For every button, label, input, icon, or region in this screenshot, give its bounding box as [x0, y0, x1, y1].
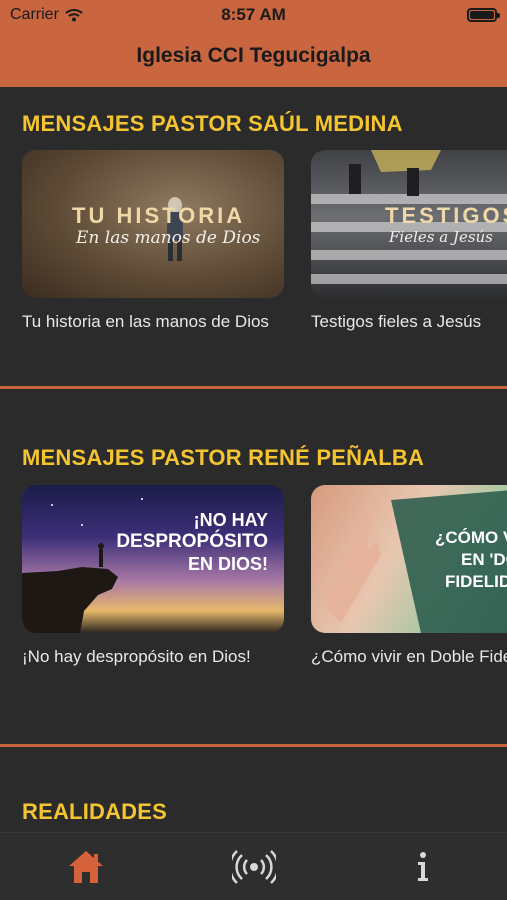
message-thumbnail[interactable]: ¿CÓMO V EN 'DO FIDELIDA — [311, 485, 507, 633]
section-realidades: REALIDADES — [0, 747, 507, 832]
section-title: REALIDADES — [22, 799, 168, 824]
top-bar: Carrier 8:57 AM Iglesia CCI Tegucigalpa — [0, 0, 507, 87]
thumbnail-text-line2: EN 'DO — [461, 550, 507, 569]
tab-bar — [0, 832, 507, 900]
section-title: MENSAJES PASTOR RENÉ PEÑALBA — [22, 445, 425, 470]
message-caption[interactable]: Tu historia en las manos de Dios — [22, 310, 284, 334]
message-thumbnail[interactable]: ¡NO HAY DESPROPÓSITO EN DIOS! — [22, 485, 284, 633]
home-icon — [69, 851, 103, 883]
status-bar: Carrier 8:57 AM — [0, 0, 507, 30]
message-caption[interactable]: Testigos fieles a Jesús — [311, 310, 507, 334]
tab-info[interactable] — [393, 843, 453, 891]
main-content[interactable]: MENSAJES PASTOR SAÚL MEDINA TU HISTORIA … — [0, 87, 507, 832]
section-saul-medina: MENSAJES PASTOR SAÚL MEDINA TU HISTORIA … — [0, 87, 507, 390]
thumbnail-text-line3: FIDELIDA — [445, 572, 507, 591]
message-thumbnail[interactable]: TU HISTORIA En las manos de Dios — [22, 150, 284, 298]
thumbnail-subtitle: Fieles a Jesús — [389, 228, 493, 246]
section-title: MENSAJES PASTOR SAÚL MEDINA — [22, 111, 403, 136]
page-title: Iglesia CCI Tegucigalpa — [136, 44, 371, 67]
info-icon — [418, 852, 428, 881]
thumbnail-title: TESTIGOS — [385, 203, 507, 228]
thumbnail-text-line2: DESPROPÓSITO — [116, 531, 268, 552]
battery-icon — [467, 8, 500, 22]
thumbnail-text-line3: EN DIOS! — [187, 554, 268, 574]
status-time: 8:57 AM — [221, 5, 286, 24]
section-rene-penalba: MENSAJES PASTOR RENÉ PEÑALBA ¡NO HAY DES… — [0, 389, 507, 744]
thumbnail-text-line1: ¿CÓMO V — [435, 528, 507, 547]
message-caption[interactable]: ¿Cómo vivir en Doble Fidelidad? — [311, 645, 507, 669]
thumbnail-text-line1: ¡NO HAY — [193, 510, 268, 530]
message-thumbnail[interactable]: TESTIGOS Fieles a Jesús — [311, 150, 507, 298]
tab-home[interactable] — [56, 843, 116, 891]
radio-broadcast-icon — [232, 850, 276, 884]
thumbnail-title: TU HISTORIA — [72, 203, 246, 228]
message-caption[interactable]: ¡No hay despropósito en Dios! — [22, 645, 284, 669]
thumbnail-subtitle: En las manos de Dios — [76, 228, 261, 248]
tab-radio[interactable] — [224, 843, 284, 891]
